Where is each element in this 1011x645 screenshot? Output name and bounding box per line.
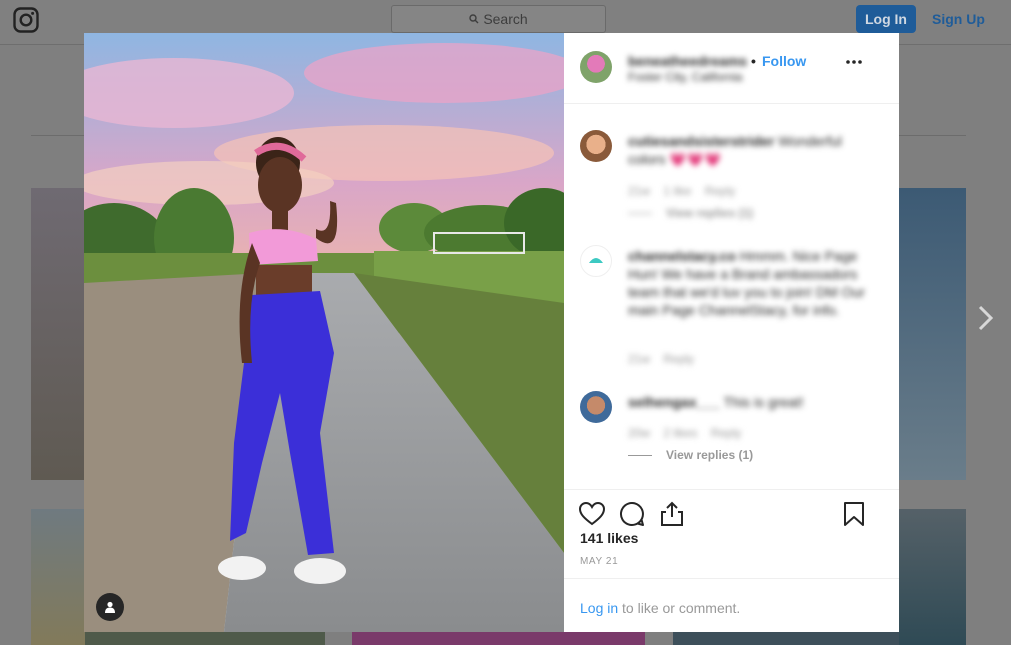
reply-button[interactable]: Reply <box>663 352 694 366</box>
background-tile[interactable] <box>898 188 966 480</box>
comment-meta: 21w Reply <box>628 352 695 366</box>
post-header: beneatheedreams Foster City, California … <box>564 33 899 104</box>
search-placeholder: Search <box>483 11 528 27</box>
likes-count[interactable]: 141 likes <box>580 530 638 546</box>
comment-icon[interactable] <box>618 500 646 528</box>
search-input[interactable]: Search <box>391 5 606 33</box>
login-link[interactable]: Log in <box>580 600 618 616</box>
post-photo[interactable] <box>84 33 564 632</box>
commenter-avatar[interactable] <box>580 391 612 423</box>
view-replies-button[interactable]: View replies (1) <box>628 206 753 220</box>
follow-button[interactable]: Follow <box>762 53 806 69</box>
brand-logo-icon <box>589 258 603 263</box>
reply-button[interactable]: Reply <box>705 184 736 198</box>
instagram-logo-icon[interactable] <box>13 7 39 33</box>
separator-dot: • <box>751 53 756 69</box>
post-date[interactable]: MAY 21 <box>580 556 618 567</box>
commenter-avatar[interactable] <box>580 245 612 277</box>
post-sidebar: beneatheedreams Foster City, California … <box>564 33 899 632</box>
login-button[interactable]: Log In <box>856 5 916 33</box>
login-prompt: Log in to like or comment. <box>564 578 899 634</box>
post-actions: 141 likes MAY 21 Log in to like or comme… <box>564 489 899 634</box>
view-replies-button[interactable]: View replies (1) <box>628 448 753 462</box>
more-icon[interactable] <box>845 59 863 65</box>
login-prompt-text: Log in to like or comment. <box>580 600 741 616</box>
author-avatar[interactable] <box>580 51 612 83</box>
heart-icon[interactable] <box>578 500 606 528</box>
post-location[interactable]: Foster City, California <box>628 70 742 84</box>
background-tile[interactable] <box>898 509 966 645</box>
comment-text: cutiesandsisterstrider Wonderful colors … <box>628 133 842 167</box>
comment-meta: 20w 2 likes Reply <box>628 426 742 440</box>
comments-list[interactable]: cutiesandsisterstrider Wonderful colors … <box>564 104 899 488</box>
chevron-right-icon[interactable] <box>976 304 996 332</box>
comment-text: channelstacy.co Hmmm. Nice Page Hun! We … <box>628 248 865 318</box>
background-tile[interactable] <box>31 509 85 645</box>
post-image <box>84 33 564 632</box>
share-icon[interactable] <box>658 500 686 528</box>
background-tile[interactable] <box>85 632 325 645</box>
reply-button[interactable]: Reply <box>711 426 742 440</box>
comment-meta: 21w 1 like Reply <box>628 184 736 198</box>
signup-link[interactable]: Sign Up <box>932 11 985 27</box>
commenter-avatar[interactable] <box>580 130 612 162</box>
post-modal: beneatheedreams Foster City, California … <box>84 33 899 632</box>
search-icon <box>469 14 479 24</box>
user-tag-icon <box>105 601 115 613</box>
background-tile[interactable] <box>31 188 85 480</box>
comment-text: selhengax___ This is great! <box>628 394 804 410</box>
author-username[interactable]: beneatheedreams <box>628 53 747 69</box>
user-tag-button[interactable] <box>96 593 124 621</box>
bookmark-icon[interactable] <box>840 500 868 528</box>
